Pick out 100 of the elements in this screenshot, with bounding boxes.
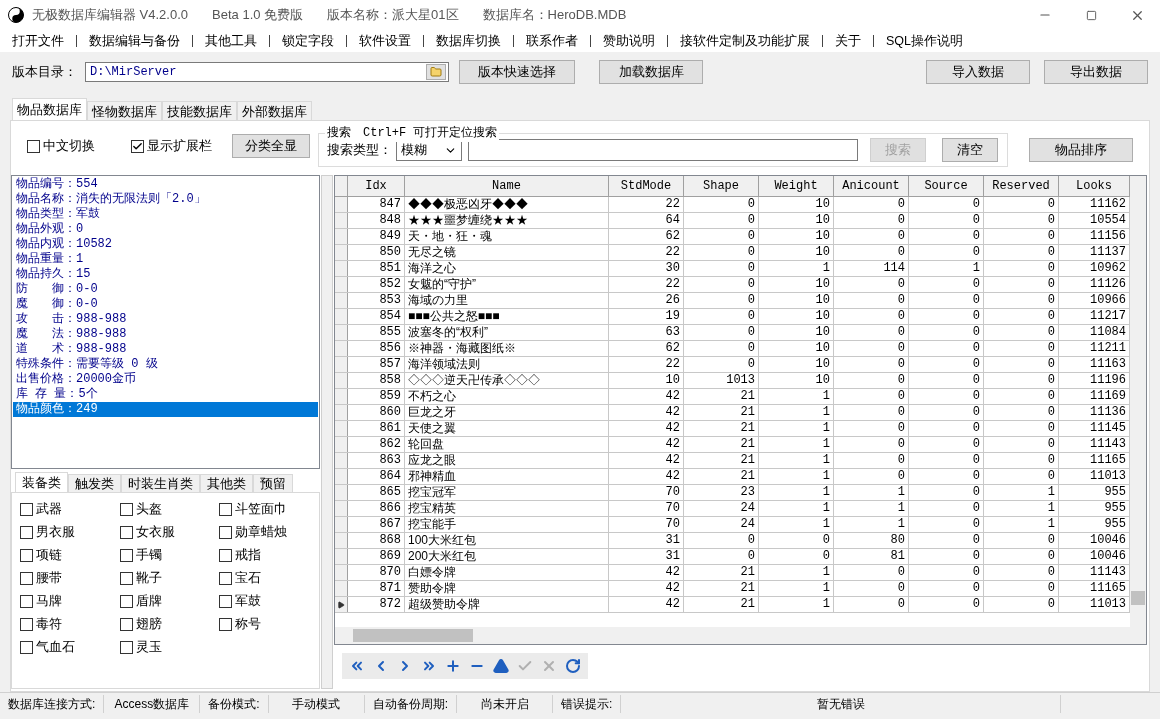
- row-indicator[interactable]: [335, 213, 348, 228]
- checkbox[interactable]: [119, 571, 133, 585]
- row-indicator[interactable]: [335, 245, 348, 260]
- checkbox[interactable]: [219, 548, 233, 562]
- row-indicator[interactable]: [335, 565, 348, 580]
- menu-item[interactable]: 打开文件: [8, 31, 68, 51]
- menu-item[interactable]: 联系作者: [522, 31, 582, 51]
- row-indicator[interactable]: [335, 325, 348, 340]
- tab[interactable]: 外部数据库: [237, 101, 312, 120]
- scroll-thumb[interactable]: [1131, 591, 1145, 605]
- current-row-indicator[interactable]: [335, 597, 348, 612]
- refresh-record-icon[interactable]: [565, 658, 581, 674]
- column-header[interactable]: Weight: [759, 176, 834, 196]
- row-indicator[interactable]: [335, 357, 348, 372]
- menu-item[interactable]: 数据库切换: [432, 31, 505, 51]
- column-header[interactable]: Anicount: [834, 176, 909, 196]
- row-indicator[interactable]: [335, 293, 348, 308]
- row-indicator[interactable]: [335, 501, 348, 516]
- checkbox[interactable]: [20, 548, 33, 562]
- export-data-button[interactable]: 导出数据: [1044, 60, 1148, 84]
- search-field[interactable]: [468, 139, 858, 161]
- horizontal-scrollbar[interactable]: [335, 627, 1146, 644]
- category-tab[interactable]: 其他类: [200, 474, 253, 492]
- info-line[interactable]: 攻 击：988-988: [13, 312, 318, 327]
- checkbox[interactable]: [20, 594, 33, 608]
- row-indicator[interactable]: [335, 389, 348, 404]
- checked-checkbox[interactable]: [131, 139, 144, 153]
- sort-button[interactable]: 物品排序: [1029, 138, 1133, 162]
- edit-record-icon[interactable]: [493, 658, 509, 674]
- info-line[interactable]: 魔 法：988-988: [13, 327, 318, 342]
- row-indicator[interactable]: [335, 421, 348, 436]
- category-tab[interactable]: 预留: [253, 474, 293, 492]
- menu-item[interactable]: 锁定字段: [278, 31, 338, 51]
- tab[interactable]: 怪物数据库: [87, 101, 162, 120]
- row-indicator[interactable]: [335, 485, 348, 500]
- vertical-scrollbar[interactable]: [1130, 176, 1146, 627]
- menu-item[interactable]: 其他工具: [201, 31, 261, 51]
- checkbox[interactable]: [119, 594, 133, 608]
- checkbox[interactable]: [20, 640, 33, 654]
- load-database-button[interactable]: 加载数据库: [599, 60, 703, 84]
- info-line[interactable]: 物品编号：554: [13, 177, 318, 192]
- info-line[interactable]: 道 术：988-988: [13, 342, 318, 357]
- menu-item[interactable]: 软件设置: [355, 31, 415, 51]
- checkbox[interactable]: [119, 525, 133, 539]
- row-indicator[interactable]: [335, 453, 348, 468]
- menu-item[interactable]: 关于: [831, 31, 865, 51]
- checkbox[interactable]: [20, 571, 33, 585]
- row-indicator[interactable]: [335, 277, 348, 292]
- checkbox[interactable]: [20, 525, 33, 539]
- info-line[interactable]: 物品名称：消失的无限法则「2.0」: [13, 192, 318, 207]
- show-all-button[interactable]: 分类全显: [232, 134, 310, 158]
- checkbox[interactable]: [219, 594, 233, 608]
- row-indicator[interactable]: [335, 437, 348, 452]
- info-line[interactable]: 特殊条件：需要等级 0 级: [13, 357, 318, 372]
- checkbox[interactable]: [119, 548, 133, 562]
- column-header[interactable]: Shape: [684, 176, 759, 196]
- tab[interactable]: 技能数据库: [162, 101, 237, 120]
- column-header[interactable]: Reserved: [984, 176, 1059, 196]
- info-line[interactable]: 防 御：0-0: [13, 282, 318, 297]
- info-line[interactable]: 库 存 量：5个: [13, 387, 318, 402]
- checkbox[interactable]: [219, 617, 233, 631]
- clear-button[interactable]: 清空: [942, 138, 998, 162]
- info-line[interactable]: 物品持久：15: [13, 267, 318, 282]
- row-indicator[interactable]: [335, 229, 348, 244]
- checkbox[interactable]: [119, 617, 133, 631]
- checkbox[interactable]: [219, 502, 233, 516]
- checkbox[interactable]: [27, 139, 40, 153]
- checkbox[interactable]: [119, 502, 133, 516]
- row-indicator[interactable]: [335, 549, 348, 564]
- row-indicator[interactable]: [335, 197, 348, 212]
- menu-item[interactable]: 数据编辑与备份: [85, 31, 184, 51]
- menu-item[interactable]: SQL操作说明: [882, 31, 967, 51]
- info-line[interactable]: 物品类型：军鼓: [13, 207, 318, 222]
- row-indicator[interactable]: [335, 533, 348, 548]
- import-data-button[interactable]: 导入数据: [926, 60, 1030, 84]
- category-tab[interactable]: 时装生肖类: [121, 474, 200, 492]
- checkbox[interactable]: [119, 640, 133, 654]
- info-line[interactable]: 物品外观：0: [13, 222, 318, 237]
- insert-record-icon[interactable]: [445, 658, 461, 674]
- row-indicator[interactable]: [335, 469, 348, 484]
- row-indicator[interactable]: [335, 261, 348, 276]
- search-type-dropdown[interactable]: 模糊: [396, 139, 462, 161]
- row-indicator[interactable]: [335, 341, 348, 356]
- tab[interactable]: 物品数据库: [12, 98, 87, 120]
- row-indicator[interactable]: [335, 373, 348, 388]
- row-indicator[interactable]: [335, 517, 348, 532]
- column-header[interactable]: Idx: [348, 176, 405, 196]
- version-select-button[interactable]: 版本快速选择: [459, 60, 575, 84]
- menu-item[interactable]: 赞助说明: [599, 31, 659, 51]
- checkbox[interactable]: [219, 525, 233, 539]
- row-indicator[interactable]: [335, 405, 348, 420]
- row-indicator[interactable]: [335, 309, 348, 324]
- menu-item[interactable]: 接软件定制及功能扩展: [676, 31, 814, 51]
- info-line[interactable]: 魔 御：0-0: [13, 297, 318, 312]
- column-header[interactable]: StdMode: [609, 176, 684, 196]
- scroll-thumb[interactable]: [353, 629, 473, 642]
- directory-field[interactable]: D:\MirServer: [85, 62, 449, 82]
- info-line[interactable]: 物品重量：1: [13, 252, 318, 267]
- maximize-icon[interactable]: [1085, 9, 1097, 21]
- checkbox[interactable]: [20, 502, 33, 516]
